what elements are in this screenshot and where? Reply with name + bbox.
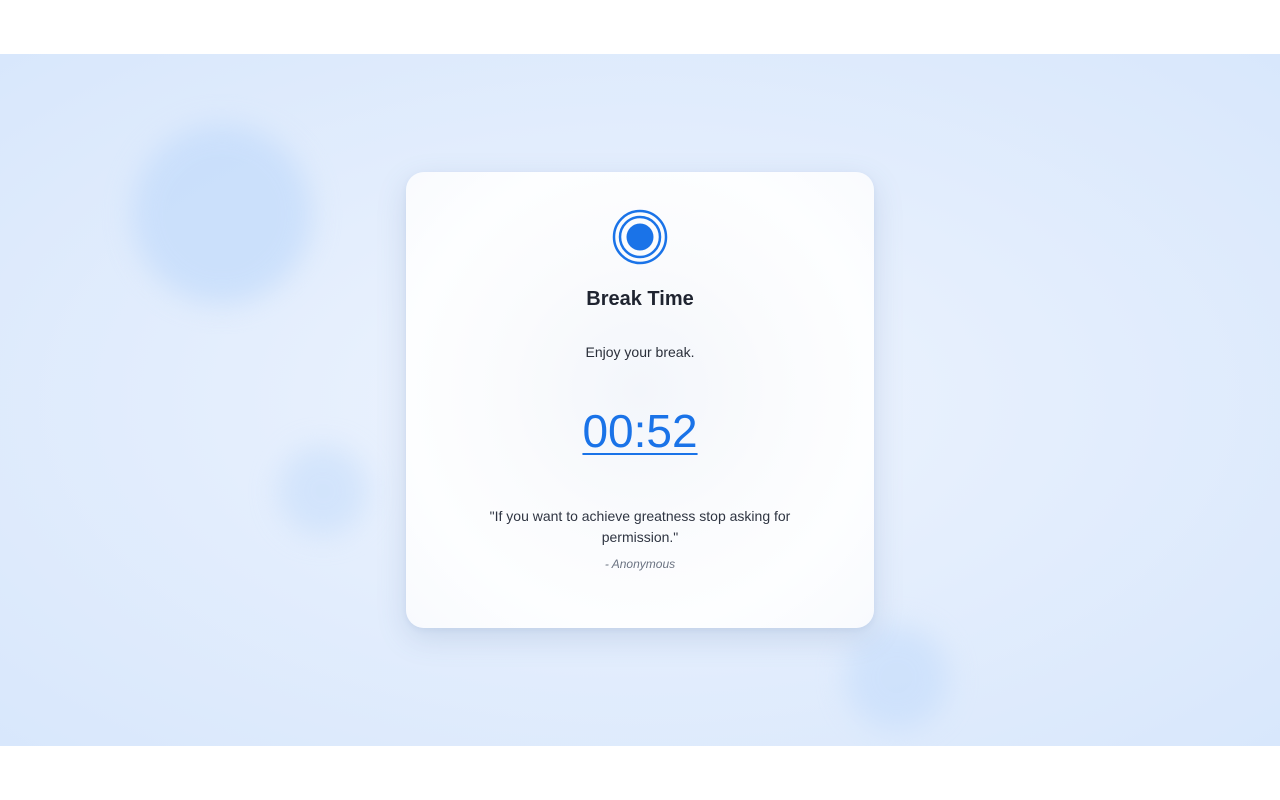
countdown-timer-link[interactable]: 00:52 (406, 404, 874, 458)
decorative-blob (845, 626, 949, 730)
target-icon (612, 209, 668, 265)
motivational-quote: "If you want to achieve greatness stop a… (489, 508, 791, 545)
break-screen-background: Break Time Enjoy your break. 00:52 "If y… (0, 54, 1280, 746)
decorative-blob (132, 124, 312, 304)
decorative-blob (278, 446, 368, 536)
break-card: Break Time Enjoy your break. 00:52 "If y… (406, 172, 874, 628)
break-message: Enjoy your break. (585, 344, 695, 360)
quote-author: - Anonymous (604, 557, 676, 571)
break-title: Break Time (586, 288, 694, 310)
